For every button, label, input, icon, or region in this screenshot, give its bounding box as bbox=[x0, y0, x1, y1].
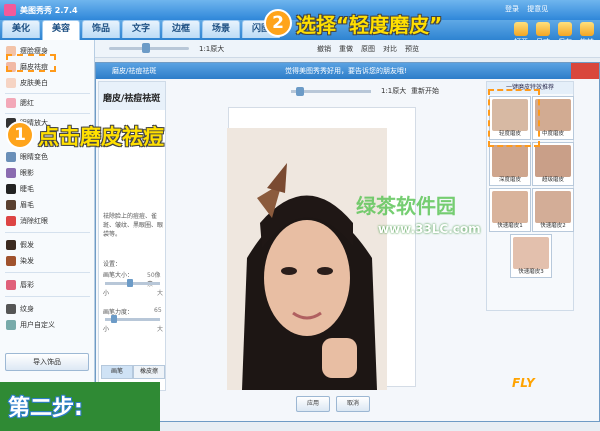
brush-strength-value: 65 bbox=[154, 307, 162, 314]
brush-strength-min: 小 bbox=[103, 326, 110, 333]
preview-button[interactable]: 预览 bbox=[405, 44, 419, 54]
brush-size-max: 大 bbox=[157, 290, 164, 297]
effect-quick-smoothing-3[interactable]: 快速磨皮3 bbox=[510, 234, 552, 278]
tab-brush[interactable]: 画笔 bbox=[101, 365, 133, 379]
open-icon bbox=[514, 22, 528, 36]
portrait-photo bbox=[227, 128, 387, 390]
left-item-wig[interactable]: 假发 bbox=[6, 238, 34, 252]
preview-zoom-text[interactable]: 1:1原大 bbox=[381, 86, 406, 96]
tab-beautify[interactable]: 美化 bbox=[2, 20, 40, 38]
left-item-lip-gloss[interactable]: 唇彩 bbox=[6, 278, 34, 292]
zoom-slider[interactable] bbox=[109, 43, 189, 53]
brush-strength-max: 大 bbox=[157, 326, 164, 333]
tab-eraser[interactable]: 橡皮擦 bbox=[133, 365, 165, 379]
left-panel: 瘦脸瘦身 磨皮祛痘 皮肤美白 腮红 眼睛放大 眼睛变色 眼影 睫毛 眉毛 消除红… bbox=[0, 40, 95, 385]
brush-strength-label: 画笔力度： bbox=[103, 309, 134, 316]
app-title: 美图秀秀 2.7.4 bbox=[20, 6, 78, 15]
left-item-hair-dye[interactable]: 染发 bbox=[6, 254, 34, 268]
step-2-badge: 2 bbox=[264, 9, 292, 37]
panel-title: 磨皮/祛痘祛斑 bbox=[99, 82, 165, 110]
left-item-eye-color[interactable]: 眼睛变色 bbox=[6, 150, 48, 164]
effect-quick-smoothing-2[interactable]: 快速磨皮2 bbox=[532, 188, 574, 232]
resize-icon bbox=[536, 22, 550, 36]
brush-size-slider[interactable] bbox=[105, 279, 160, 287]
left-item-skin-whitening[interactable]: 皮肤美白 bbox=[6, 76, 48, 90]
effect-super-smoothing[interactable]: 超级磨皮 bbox=[532, 142, 574, 186]
brush-strength-slider[interactable] bbox=[105, 315, 160, 323]
zoom-slider-knob[interactable] bbox=[142, 43, 150, 53]
import-accessory-button[interactable]: 导入饰品 bbox=[5, 353, 89, 371]
step-1-instruction: 点击磨皮祛痘 bbox=[38, 125, 164, 149]
highlight-skin-smoothing bbox=[6, 54, 56, 72]
watermark-text: 绿茶软件园 bbox=[356, 194, 456, 218]
watermark-url: www.33LC.com bbox=[378, 222, 481, 236]
step-1-badge: 1 bbox=[6, 121, 34, 149]
effect-quick-smoothing-1[interactable]: 快速磨皮1 bbox=[489, 188, 531, 232]
left-item-eyelash[interactable]: 睫毛 bbox=[6, 182, 34, 196]
main-toolbar: 1:1原大 撤销 重做 原图 对比 预览 bbox=[95, 40, 600, 58]
panel-description: 祛除脸上的痘痘、雀斑、皱纹、黑眼圈、眼袋等。 bbox=[103, 213, 164, 238]
rotate-icon bbox=[580, 22, 594, 36]
app-logo-icon bbox=[4, 4, 16, 16]
left-item-blush[interactable]: 腮红 bbox=[6, 96, 34, 110]
apply-button[interactable]: 应用 bbox=[296, 396, 330, 412]
dialog-notice: 觉得美图秀秀好用，要告诉您的朋友哦! bbox=[285, 67, 407, 75]
undo-button[interactable]: 撤销 bbox=[317, 44, 331, 54]
left-item-tattoo[interactable]: 纹身 bbox=[6, 302, 34, 316]
preview-zoom-slider[interactable] bbox=[291, 87, 371, 96]
left-item-eyebrow[interactable]: 眉毛 bbox=[6, 198, 34, 212]
tab-border[interactable]: 边框 bbox=[162, 20, 200, 38]
brush-size-value: 50像素 bbox=[147, 272, 161, 288]
left-item-custom[interactable]: 用户自定义 bbox=[6, 318, 55, 332]
step-label: 第二步: bbox=[8, 396, 83, 421]
tab-text[interactable]: 文字 bbox=[122, 20, 160, 38]
save-icon bbox=[558, 22, 572, 36]
tab-cosmetic[interactable]: 美容 bbox=[42, 20, 80, 40]
dialog-close-button[interactable] bbox=[571, 63, 599, 79]
brush-size-label: 画笔大小： bbox=[103, 272, 134, 279]
feedback-link[interactable]: 提意见 bbox=[527, 5, 548, 13]
tab-scene[interactable]: 场景 bbox=[202, 20, 240, 38]
highlight-light-smoothing bbox=[488, 89, 540, 147]
tab-accessory[interactable]: 饰品 bbox=[82, 20, 120, 38]
cancel-button[interactable]: 取消 bbox=[336, 396, 370, 412]
effect-deep-smoothing[interactable]: 深度磨皮 bbox=[489, 142, 531, 186]
login-link[interactable]: 登录 bbox=[505, 5, 519, 13]
reset-button[interactable]: 重新开始 bbox=[411, 86, 439, 96]
brush-size-min: 小 bbox=[103, 290, 110, 297]
step-2-instruction: 选择“轻度磨皮” bbox=[296, 13, 443, 37]
settings-label: 设置： bbox=[103, 261, 122, 268]
zoom-text[interactable]: 1:1原大 bbox=[199, 44, 224, 54]
compare-button[interactable]: 对比 bbox=[383, 44, 397, 54]
redo-button[interactable]: 重做 bbox=[339, 44, 353, 54]
original-button[interactable]: 原图 bbox=[361, 44, 375, 54]
left-item-eyeshadow[interactable]: 眼影 bbox=[6, 166, 34, 180]
left-item-red-eye[interactable]: 消除红眼 bbox=[6, 214, 48, 228]
fly-logo: FLY bbox=[512, 376, 535, 390]
